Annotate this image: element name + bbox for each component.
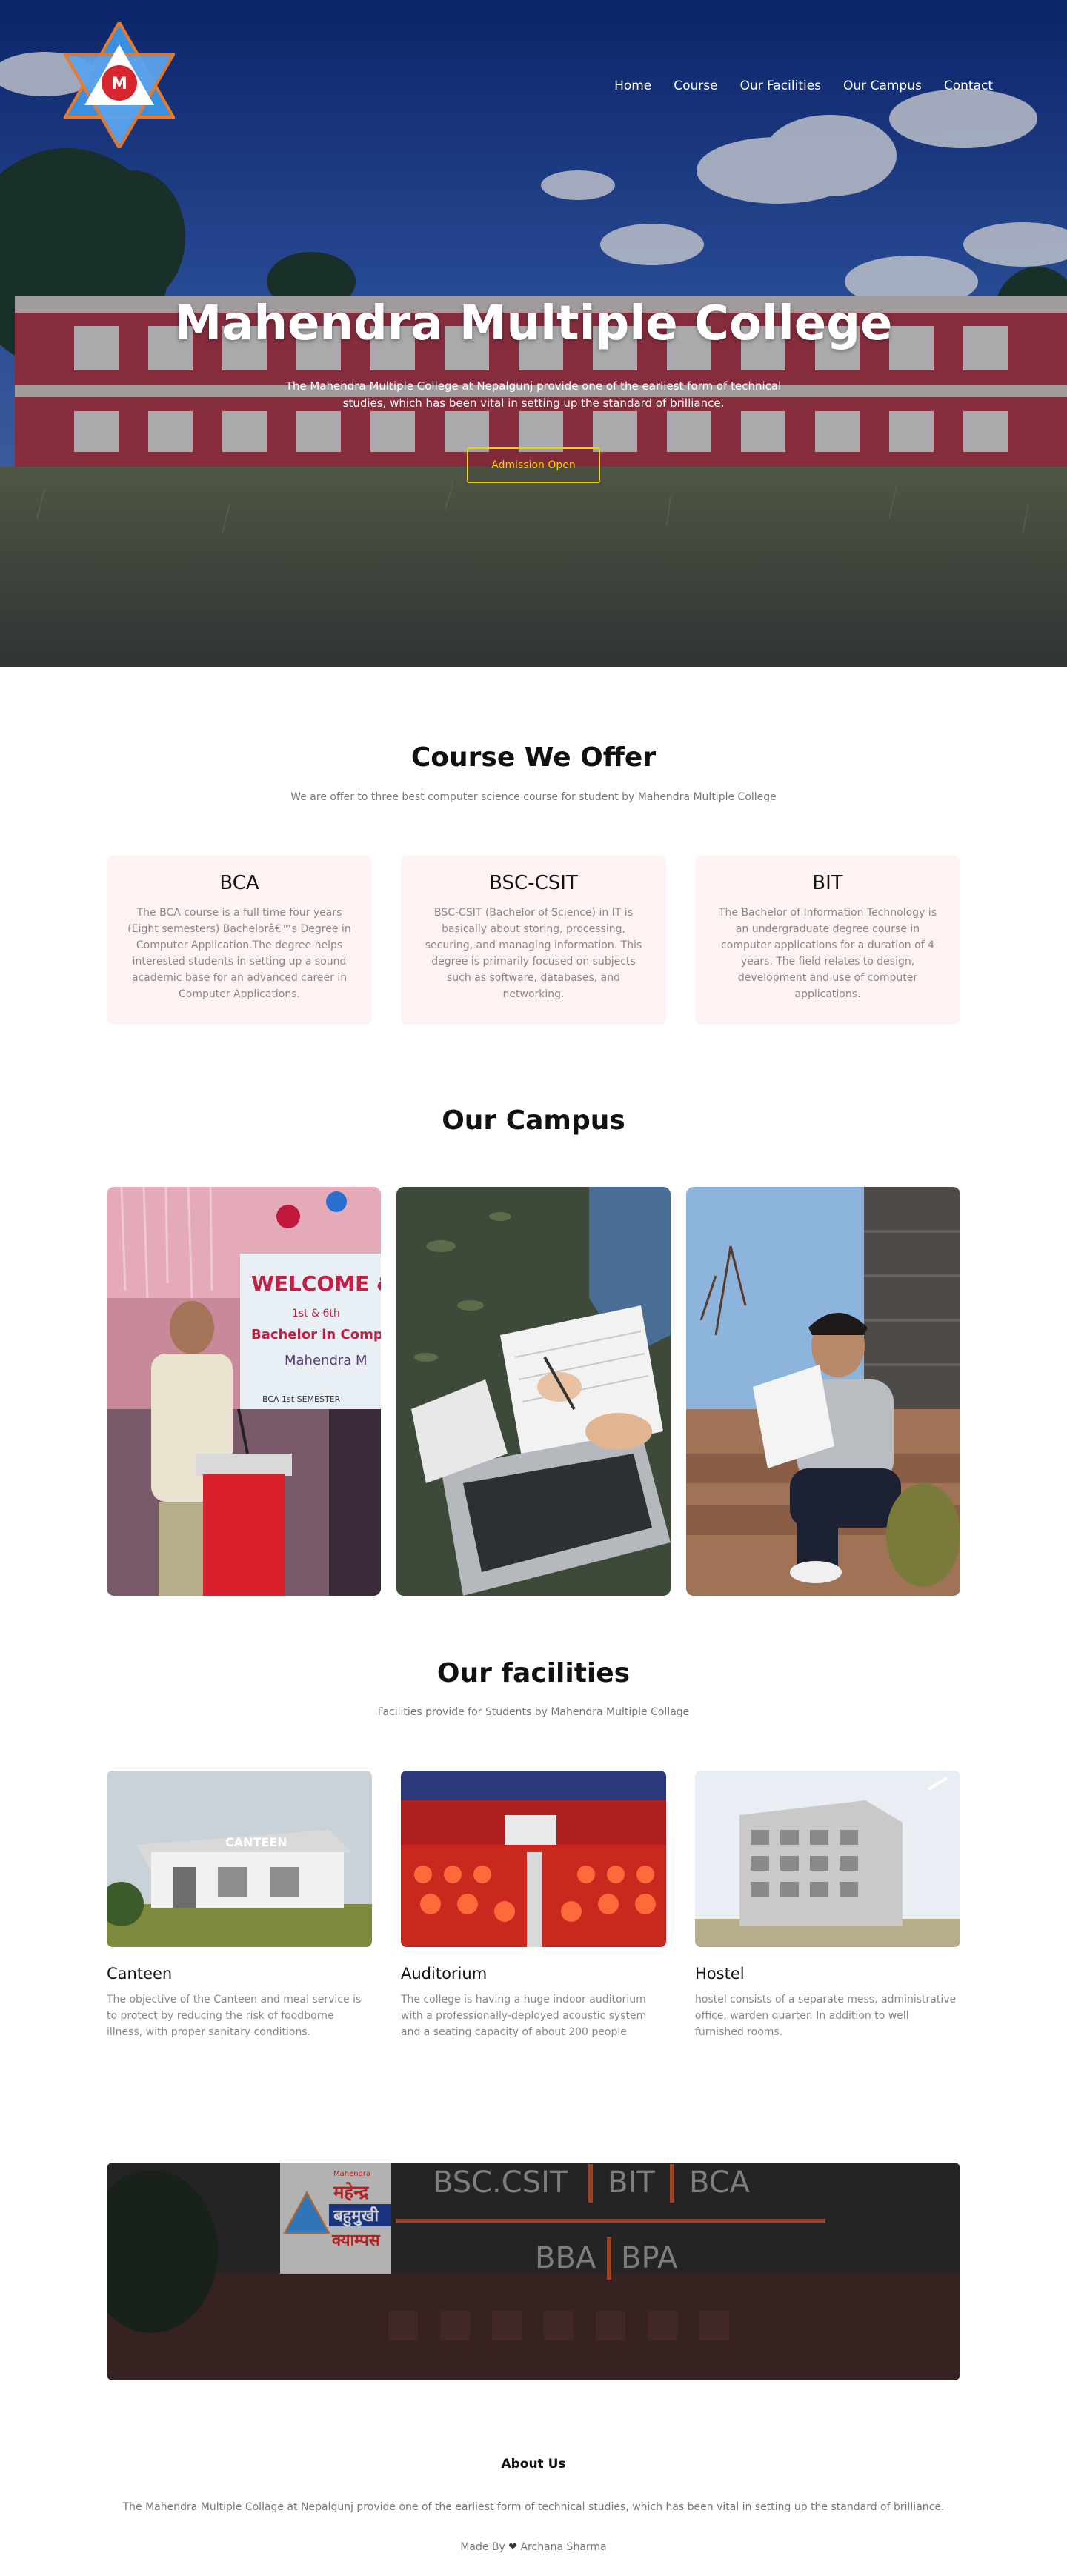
hostel-image <box>695 1771 960 1947</box>
facility-name: Canteen <box>107 1965 173 1983</box>
course-card-bit[interactable]: BIT The Bachelor of Information Technolo… <box>695 856 960 1025</box>
hero-section: M Home Course Our Facilities Our Campus … <box>0 0 1067 667</box>
canteen-sign: CANTEEN <box>225 1835 287 1849</box>
about-us-text: The Mahendra Multiple Collage at Nepalgu… <box>122 2501 945 2513</box>
svg-text:M: M <box>111 75 127 93</box>
programs-banner: Mahendra महेन्द्र बहुमुखी क्याम्पस BSC.C… <box>107 2163 960 2380</box>
facility-description: The objective of the Canteen and meal se… <box>107 1994 362 2038</box>
banner-semester-text: 1st & 6th <box>292 1308 340 1319</box>
facility-card-auditorium[interactable]: Auditorium The college is having a huge … <box>401 1771 666 2040</box>
banner-program-text: Bachelor in Comp <box>251 1327 381 1342</box>
course-card-bca[interactable]: BCA The BCA course is a full time four y… <box>107 856 372 1025</box>
course-name: BIT <box>812 872 843 894</box>
heart-icon: ❤ <box>508 2541 518 2553</box>
nav-our-facilities[interactable]: Our Facilities <box>740 79 821 93</box>
nav-course[interactable]: Course <box>674 79 717 93</box>
main-nav: Home Course Our Facilities Our Campus Co… <box>614 79 993 93</box>
facility-description: hostel consists of a separate mess, admi… <box>695 1994 957 2038</box>
facility-name: Hostel <box>695 1965 745 1983</box>
made-by-prefix: Made By <box>460 2541 505 2553</box>
banner-bca-text: BCA 1st SEMESTER <box>262 1394 341 1404</box>
nav-our-campus[interactable]: Our Campus <box>843 79 922 93</box>
admission-open-button[interactable]: Admission Open <box>467 447 600 483</box>
course-card-bsc-csit[interactable]: BSC-CSIT BSC-CSIT (Bachelor of Science) … <box>401 856 666 1025</box>
about-us-title: About Us <box>501 2457 566 2472</box>
course-description: The BCA course is a full time four years… <box>127 907 351 1000</box>
nav-home[interactable]: Home <box>614 79 651 93</box>
courses-subtitle: We are offer to three best computer scie… <box>290 791 777 803</box>
banner-college-text: Mahendra M <box>285 1353 368 1368</box>
auditorium-image <box>401 1771 666 1947</box>
nav-contact[interactable]: Contact <box>944 79 993 93</box>
facility-card-canteen[interactable]: CANTEEN Canteen The objective of the Can… <box>107 1771 372 2040</box>
made-by-credit: Made By ❤ Archana Sharma <box>0 2541 1067 2553</box>
campus-title: Our Campus <box>442 1105 625 1136</box>
facility-name: Auditorium <box>401 1965 488 1983</box>
hero-title: Mahendra Multiple College <box>174 296 893 351</box>
courses-title: Course We Offer <box>410 742 657 773</box>
facilities-subtitle: Facilities provide for Students by Mahen… <box>377 1706 690 1718</box>
banner-welcome-text: WELCOME & FA <box>251 1271 381 1296</box>
hero-subtitle: The Mahendra Multiple College at Nepalgu… <box>285 379 782 410</box>
course-description: BSC-CSIT (Bachelor of Science) in IT is … <box>425 907 642 1000</box>
canteen-image: CANTEEN <box>107 1771 372 1947</box>
facilities-title: Our facilities <box>436 1658 631 1688</box>
course-name: BCA <box>219 872 259 894</box>
campus-photo-speaker: WELCOME & FA 1st & 6th Bachelor in Comp … <box>107 1187 381 1596</box>
campus-photo-study <box>396 1187 671 1596</box>
facility-description: The college is having a huge indoor audi… <box>401 1994 647 2038</box>
facility-card-hostel[interactable]: Hostel hostel consists of a separate mes… <box>695 1771 960 2040</box>
course-description: The Bachelor of Information Technology i… <box>718 907 937 1000</box>
course-name: BSC-CSIT <box>489 872 578 894</box>
campus-photo-student <box>686 1187 960 1596</box>
author-name: Archana Sharma <box>520 2541 607 2553</box>
college-logo[interactable]: M <box>64 22 175 148</box>
